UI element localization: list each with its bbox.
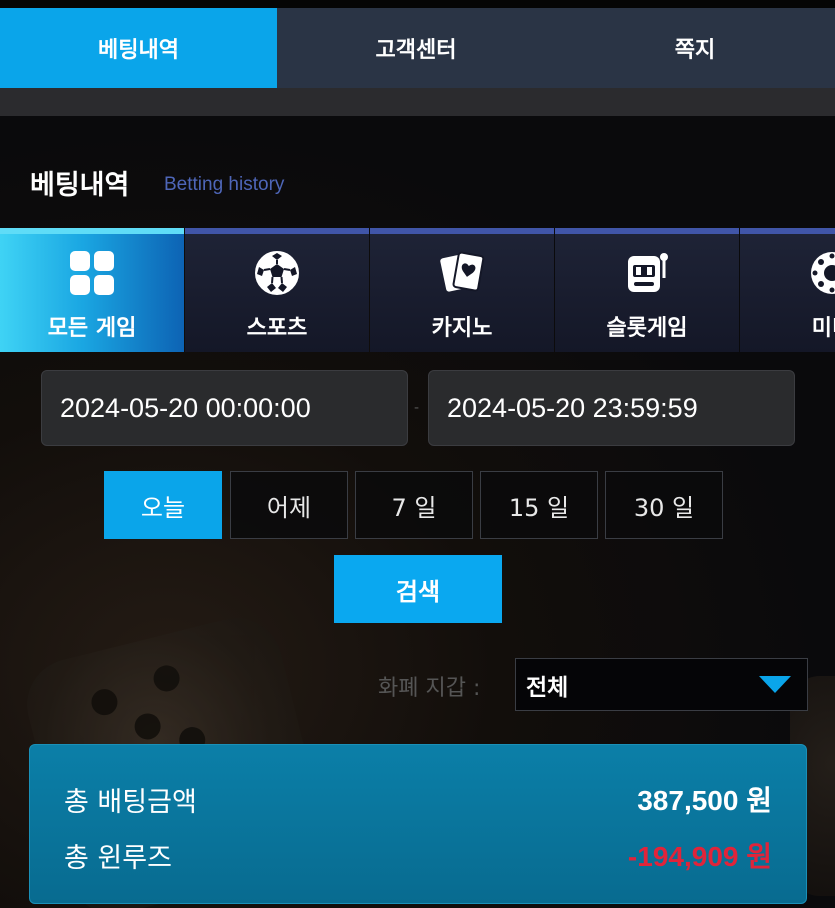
grid-icon — [67, 248, 117, 298]
divider-band — [0, 88, 835, 116]
game-tab-label: 슬롯게임 — [606, 316, 688, 341]
playing-cards-icon — [437, 248, 487, 298]
tab-customer-center[interactable]: 고객센터 — [277, 8, 555, 88]
mini-game-icon — [807, 248, 835, 298]
tab-messages[interactable]: 쪽지 — [555, 8, 835, 88]
currency-wallet-select[interactable]: 전체 — [515, 658, 808, 711]
page-title: 베팅내역 — [30, 170, 130, 201]
range-30days-button[interactable]: 30 일 — [605, 471, 723, 539]
tab-betting-history[interactable]: 베팅내역 — [0, 8, 277, 88]
page-subtitle: Betting history — [164, 174, 285, 195]
search-button[interactable]: 검색 — [334, 555, 502, 623]
dropdown-caret-icon — [759, 676, 791, 693]
total-bet-label: 총 배팅금액 — [64, 786, 197, 818]
range-15days-button[interactable]: 15 일 — [480, 471, 598, 539]
range-7days-button[interactable]: 7 일 — [355, 471, 473, 539]
soccer-ball-icon — [252, 248, 302, 298]
game-tab-label: 미니 — [811, 316, 835, 341]
top-strip — [0, 0, 835, 8]
game-tab-sports[interactable]: 스포츠 — [185, 228, 369, 352]
game-tab-label: 모든 게임 — [47, 316, 137, 341]
currency-selected-value: 전체 — [526, 674, 569, 701]
top-tab-bar: 베팅내역 고객센터 쪽지 — [0, 8, 835, 88]
game-category-tabs: 모든 게임 스포츠 카지노 슬롯게임 미 — [0, 228, 835, 352]
total-winloss-label: 총 윈루즈 — [64, 842, 172, 874]
summary-panel: 총 배팅금액 387,500 원 총 윈루즈 -194,909 원 — [29, 744, 807, 904]
start-date-input[interactable]: 2024-05-20 00:00:00 — [41, 370, 408, 446]
game-tab-slot[interactable]: 슬롯게임 — [555, 228, 739, 352]
game-tab-casino[interactable]: 카지노 — [370, 228, 554, 352]
game-tab-all[interactable]: 모든 게임 — [0, 228, 184, 352]
currency-wallet-label: 화폐 지갑 : — [378, 676, 481, 701]
slot-machine-icon — [622, 248, 672, 298]
game-tab-label: 스포츠 — [246, 316, 308, 341]
total-winloss-value: -194,909 원 — [627, 841, 772, 872]
range-yesterday-button[interactable]: 어제 — [230, 471, 348, 539]
end-date-input[interactable]: 2024-05-20 23:59:59 — [428, 370, 795, 446]
date-separator: - — [414, 400, 420, 416]
range-today-button[interactable]: 오늘 — [104, 471, 222, 539]
total-bet-value: 387,500 원 — [637, 785, 772, 816]
game-tab-label: 카지노 — [431, 316, 493, 341]
game-tab-mini[interactable]: 미니 — [740, 228, 835, 352]
total-bet-row: 총 배팅금액 387,500 원 — [64, 779, 772, 819]
total-winloss-row: 총 윈루즈 -194,909 원 — [64, 835, 772, 875]
